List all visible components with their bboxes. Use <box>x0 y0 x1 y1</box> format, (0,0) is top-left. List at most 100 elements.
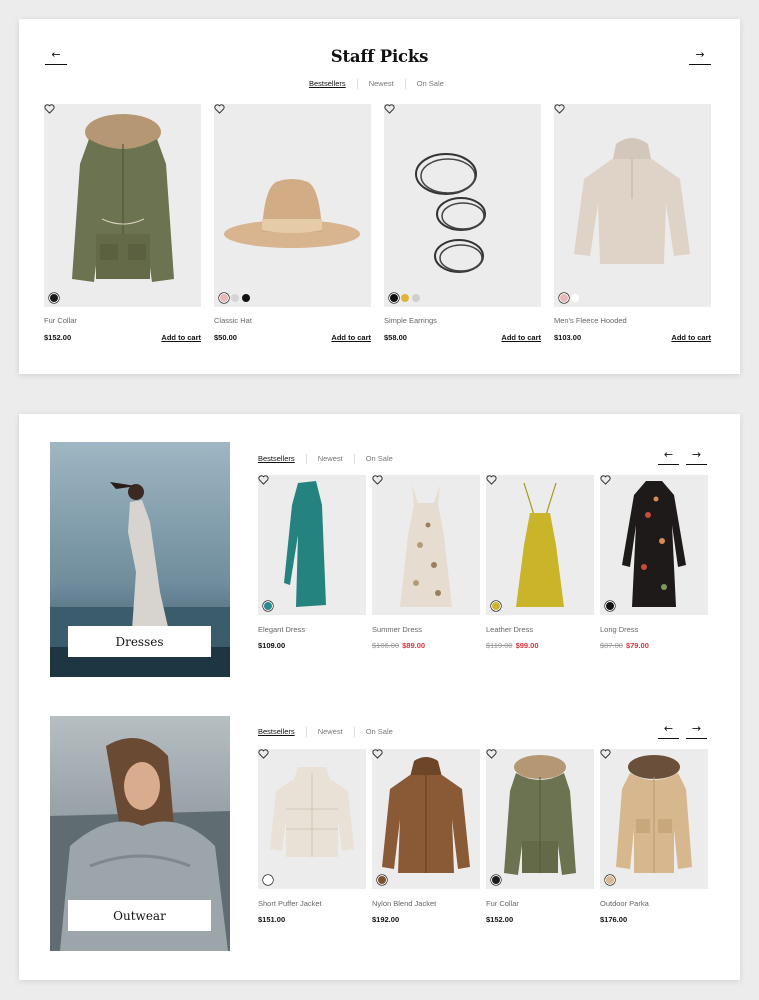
product-card-long-dress[interactable]: Long Dress $87.00 $79.00 <box>600 475 708 655</box>
product-image[interactable] <box>486 749 594 889</box>
product-card-summer-dress[interactable]: Summer Dress $106.00 $89.00 <box>372 475 480 655</box>
product-name[interactable]: Men's Fleece Hooded <box>554 316 627 325</box>
heart-icon[interactable] <box>600 749 611 759</box>
product-price-old: $87.00 <box>600 641 623 650</box>
heart-icon[interactable] <box>486 475 497 485</box>
heart-icon[interactable] <box>214 104 225 114</box>
arrow-right-icon: → <box>691 448 702 461</box>
tab-on-sale[interactable]: On Sale <box>353 727 404 737</box>
product-image[interactable] <box>258 749 366 889</box>
product-price-current: $109.00 <box>258 641 286 650</box>
swatch-mustard[interactable] <box>492 602 500 610</box>
tab-newest[interactable]: Newest <box>305 454 354 464</box>
outwear-next-button[interactable]: → <box>686 723 707 739</box>
product-card-outdoor-parka[interactable]: Outdoor Parka $176.00 <box>600 749 708 929</box>
heart-icon[interactable] <box>258 475 269 485</box>
outwear-prev-button[interactable]: ← <box>658 723 679 739</box>
swatch-black[interactable] <box>606 602 614 610</box>
tab-bestsellers[interactable]: Bestsellers <box>258 454 306 464</box>
product-image[interactable] <box>258 475 366 615</box>
product-image[interactable] <box>372 475 480 615</box>
product-price: $152.00 <box>486 915 514 924</box>
product-name[interactable]: Fur Collar <box>486 899 519 908</box>
product-image[interactable] <box>384 104 541 307</box>
add-to-cart-button[interactable]: Add to cart <box>161 333 201 342</box>
product-price-sale: $99.00 <box>515 641 539 650</box>
add-to-cart-button[interactable]: Add to cart <box>671 333 711 342</box>
product-card-short-puffer-jacket[interactable]: Short Puffer Jacket $151.00 <box>258 749 366 929</box>
heart-icon[interactable] <box>486 749 497 759</box>
heart-icon[interactable] <box>554 104 565 114</box>
swatch-pink[interactable] <box>560 294 568 302</box>
swatch-brown[interactable] <box>378 876 386 884</box>
heart-icon[interactable] <box>44 104 55 114</box>
swatch-teal[interactable] <box>264 602 272 610</box>
product-price: $152.00 <box>44 333 72 342</box>
product-card-classic-hat[interactable]: Classic Hat $50.00 Add to cart <box>214 104 371 354</box>
dresses-next-button[interactable]: → <box>686 449 707 465</box>
product-card-leather-dress[interactable]: Leather Dress $119.00 $99.00 <box>486 475 594 655</box>
product-image[interactable] <box>44 104 201 307</box>
add-to-cart-button[interactable]: Add to cart <box>331 333 371 342</box>
product-name[interactable]: Nylon Blend Jacket <box>372 899 436 908</box>
staff-picks-next-button[interactable]: → <box>689 49 711 65</box>
add-to-cart-button[interactable]: Add to cart <box>501 333 541 342</box>
swatch-silver[interactable] <box>412 294 420 302</box>
outwear-banner[interactable]: Outwear <box>50 716 230 951</box>
swatch-black[interactable] <box>50 294 58 302</box>
product-image[interactable] <box>554 104 711 307</box>
color-swatches <box>606 876 614 884</box>
product-image[interactable] <box>600 475 708 615</box>
dresses-prev-button[interactable]: ← <box>658 449 679 465</box>
product-card-nylon-blend-jacket[interactable]: Nylon Blend Jacket $192.00 <box>372 749 480 929</box>
tab-on-sale[interactable]: On Sale <box>353 454 404 464</box>
product-name[interactable]: Long Dress <box>600 625 638 634</box>
tab-on-sale[interactable]: On Sale <box>404 79 455 89</box>
tab-bestsellers[interactable]: Bestsellers <box>258 727 306 737</box>
product-image[interactable] <box>214 104 371 307</box>
product-card-elegant-dress[interactable]: Elegant Dress $109.00 <box>258 475 366 655</box>
color-swatches <box>264 602 272 610</box>
swatch-white[interactable] <box>571 294 579 302</box>
outwear-banner-label[interactable]: Outwear <box>68 900 211 931</box>
product-image[interactable] <box>600 749 708 889</box>
dresses-tabs: Bestsellers Newest On Sale <box>258 454 404 464</box>
tab-newest[interactable]: Newest <box>356 79 405 89</box>
dresses-banner[interactable]: Dresses <box>50 442 230 677</box>
heart-icon[interactable] <box>372 475 383 485</box>
product-price-old: $106.00 <box>372 641 400 650</box>
product-name[interactable]: Short Puffer Jacket <box>258 899 322 908</box>
tab-newest[interactable]: Newest <box>305 727 354 737</box>
product-name[interactable]: Simple Earrings <box>384 316 437 325</box>
product-name[interactable]: Elegant Dress <box>258 625 305 634</box>
dresses-banner-label[interactable]: Dresses <box>68 626 211 657</box>
product-name[interactable]: Leather Dress <box>486 625 533 634</box>
product-image[interactable] <box>486 475 594 615</box>
dress-illustration <box>400 485 452 607</box>
swatch-black[interactable] <box>242 294 250 302</box>
heart-icon[interactable] <box>258 749 269 759</box>
product-name[interactable]: Summer Dress <box>372 625 422 634</box>
swatch-pink[interactable] <box>220 294 228 302</box>
heart-icon[interactable] <box>372 749 383 759</box>
product-card-fur-collar-outwear[interactable]: Fur Collar $152.00 <box>486 749 594 929</box>
product-card-fur-collar[interactable]: Fur Collar $152.00 Add to cart <box>44 104 201 354</box>
product-card-simple-earrings[interactable]: Simple Earrings $58.00 Add to cart <box>384 104 541 354</box>
product-image[interactable] <box>372 749 480 889</box>
swatch-beige[interactable] <box>606 876 614 884</box>
swatch-black[interactable] <box>492 876 500 884</box>
product-name[interactable]: Fur Collar <box>44 316 77 325</box>
product-card-mens-fleece-hooded[interactable]: Men's Fleece Hooded $103.00 Add to cart <box>554 104 711 354</box>
swatch-white[interactable] <box>264 876 272 884</box>
product-price: $151.00 <box>258 915 286 924</box>
dress-illustration <box>516 482 564 607</box>
tab-bestsellers[interactable]: Bestsellers <box>309 79 357 89</box>
product-name[interactable]: Outdoor Parka <box>600 899 649 908</box>
swatch-gold[interactable] <box>401 294 409 302</box>
heart-icon[interactable] <box>600 475 611 485</box>
swatch-grey[interactable] <box>231 294 239 302</box>
heart-icon[interactable] <box>384 104 395 114</box>
product-name[interactable]: Classic Hat <box>214 316 252 325</box>
swatch-black[interactable] <box>390 294 398 302</box>
parka-illustration <box>72 114 174 282</box>
